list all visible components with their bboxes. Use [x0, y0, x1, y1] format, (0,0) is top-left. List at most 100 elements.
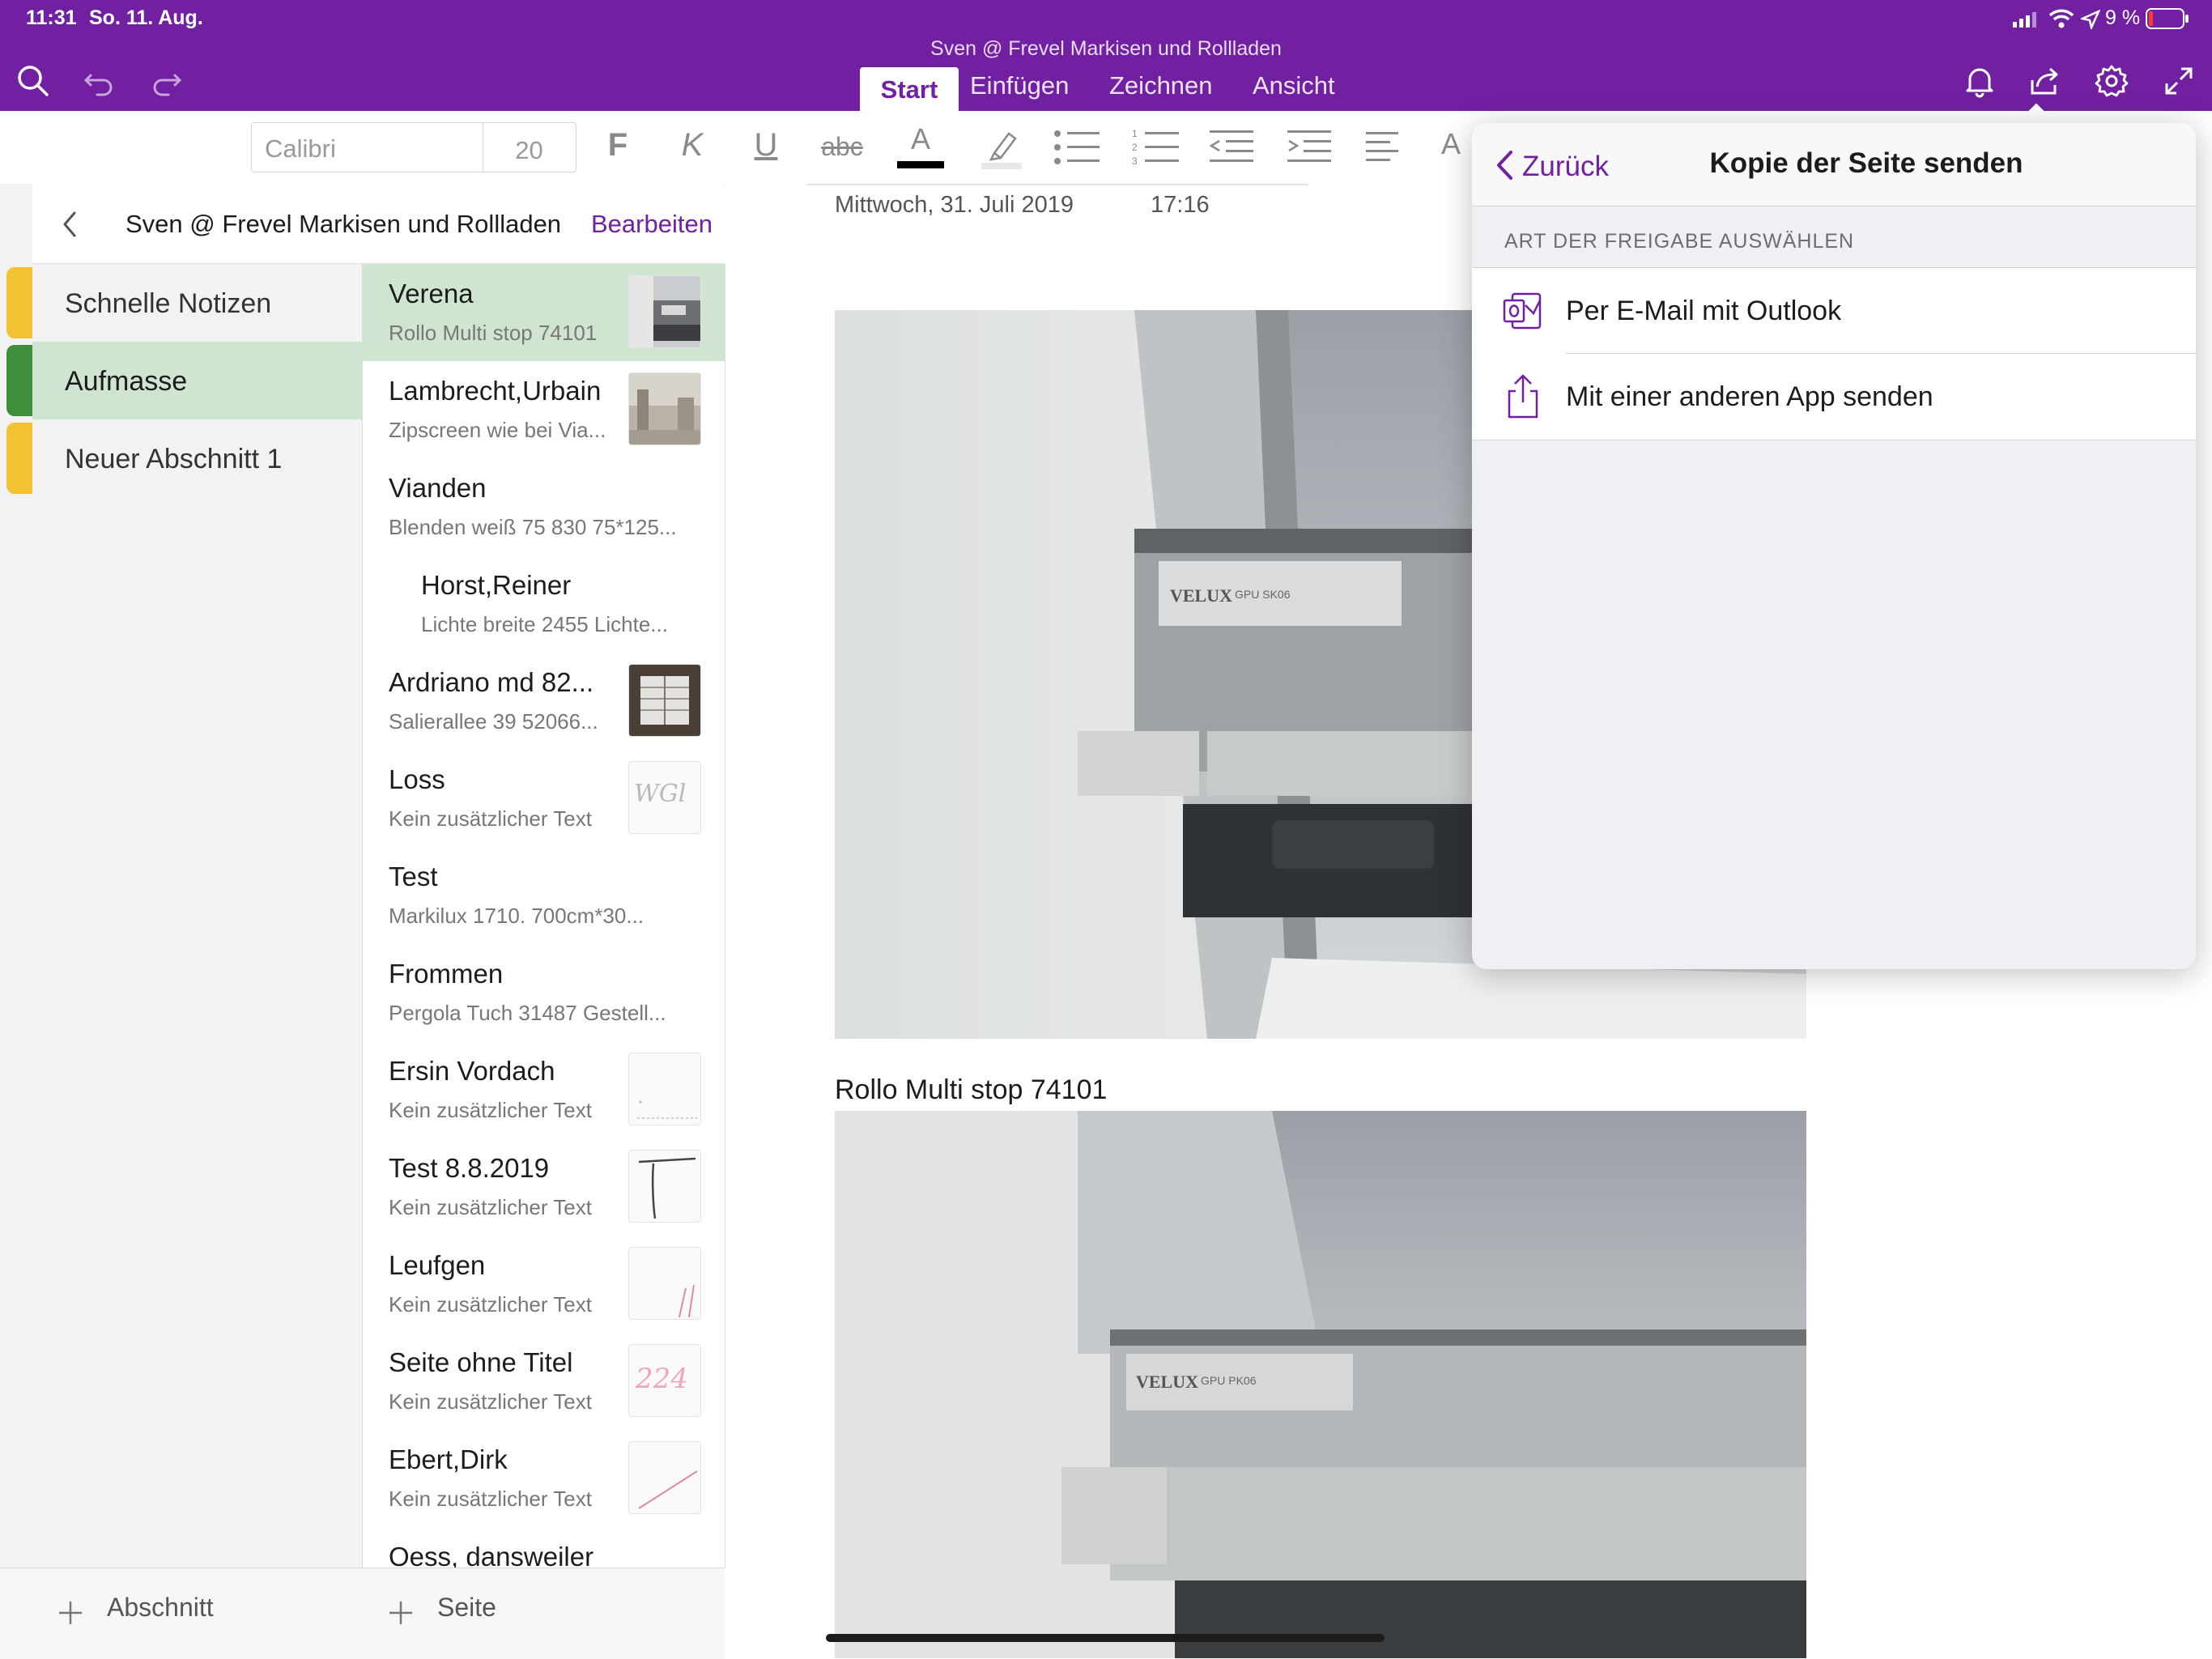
undo-icon[interactable]: [79, 61, 120, 101]
font-color-swatch: [897, 161, 944, 168]
share-other-app-label: Mit einer anderen App senden: [1566, 381, 1933, 412]
font-size-field[interactable]: 20: [495, 136, 564, 165]
page-item[interactable]: Verena Rollo Multi stop 74101: [363, 264, 725, 361]
gear-icon[interactable]: [2091, 61, 2132, 101]
page-title: Oess, dansweiler: [389, 1542, 594, 1568]
thumbnail-ink-text: WGl: [634, 780, 687, 808]
velux-label-model: GPU PK06: [1201, 1374, 1257, 1387]
page-preview: Salierallee 39 52066...: [389, 709, 598, 734]
page-thumbnail: [628, 664, 701, 737]
add-page-label: Seite: [437, 1593, 496, 1622]
note-date: Mittwoch, 31. Juli 2019: [835, 192, 1074, 218]
page-item[interactable]: Test Markilux 1710. 700cm*30...: [363, 847, 725, 944]
page-preview: Kein zusätzlicher Text: [389, 1487, 592, 1511]
search-icon[interactable]: [13, 61, 53, 101]
fullscreen-icon[interactable]: [2159, 61, 2199, 101]
page-item[interactable]: Frommen Pergola Tuch 31487 Gestell...: [363, 944, 725, 1041]
italic-button[interactable]: K: [668, 127, 717, 164]
font-color-button[interactable]: A: [897, 122, 944, 172]
svg-text:1: 1: [1132, 128, 1138, 139]
add-page-button[interactable]: Seite: [387, 1583, 630, 1644]
bell-icon[interactable]: [1959, 61, 2000, 101]
popover-header: Zurück Kopie der Seite senden: [1472, 123, 2196, 206]
page-thumbnail: [628, 1441, 701, 1514]
share-popover: Zurück Kopie der Seite senden ART DER FR…: [1472, 123, 2196, 969]
styles-button[interactable]: A: [1427, 127, 1475, 161]
share-type-header: ART DER FREIGABE AUSWÄHLEN: [1504, 230, 1855, 253]
status-date: So. 11. Aug.: [89, 6, 203, 29]
numbered-list-icon[interactable]: 1 2 3: [1132, 127, 1180, 168]
tab-einfuegen[interactable]: Einfügen: [970, 71, 1069, 100]
page-preview: Lichte breite 2455 Lichte...: [421, 612, 668, 636]
tab-zeichnen[interactable]: Zeichnen: [1109, 71, 1213, 100]
highlighter-icon[interactable]: [978, 124, 1025, 171]
page-item[interactable]: Oess, dansweiler: [363, 1527, 725, 1568]
page-item[interactable]: Leufgen Kein zusätzlicher Text: [363, 1236, 725, 1333]
add-section-label: Abschnitt: [107, 1593, 214, 1622]
svg-text:3: 3: [1132, 155, 1138, 167]
page-item[interactable]: Vianden Blenden weiß 75 830 75*125...: [363, 458, 725, 555]
add-section-button[interactable]: Abschnitt: [57, 1583, 300, 1644]
chevron-left-icon[interactable]: [60, 210, 79, 239]
page-title: Test 8.8.2019: [389, 1153, 550, 1183]
tab-ansicht[interactable]: Ansicht: [1253, 71, 1335, 100]
page-preview: Kein zusätzlicher Text: [389, 1195, 592, 1219]
page-preview: Kein zusätzlicher Text: [389, 1098, 592, 1122]
home-indicator[interactable]: [826, 1634, 1385, 1642]
font-name-field[interactable]: Calibri: [265, 134, 336, 164]
section-color-tab: [6, 345, 32, 416]
section-label: Neuer Abschnitt 1: [65, 444, 283, 474]
page-item[interactable]: Loss Kein zusätzlicher Text WGl: [363, 750, 725, 847]
strikethrough-button[interactable]: abc: [818, 132, 866, 162]
share-outlook-option[interactable]: Per E-Mail mit Outlook: [1472, 267, 2196, 354]
section-item-neuer-abschnitt[interactable]: Neuer Abschnitt 1: [6, 419, 362, 497]
page-item[interactable]: Test 8.8.2019 Kein zusätzlicher Text: [363, 1138, 725, 1236]
velux-label-model: GPU SK06: [1235, 588, 1291, 601]
section-color-tab: [6, 267, 32, 338]
section-label: Schnelle Notizen: [65, 288, 272, 319]
share-icon: [1508, 374, 1538, 419]
battery-icon: [2146, 8, 2189, 29]
share-other-app-option[interactable]: Mit einer anderen App senden: [1472, 354, 2196, 440]
popover-title: Kopie der Seite senden: [1709, 147, 2023, 179]
page-item[interactable]: Ebert,Dirk Kein zusätzlicher Text: [363, 1430, 725, 1527]
note-photo[interactable]: VELUX GPU PK06: [835, 1111, 1806, 1658]
section-color-tab: [6, 423, 32, 494]
page-thumbnail: [628, 1053, 701, 1125]
redo-icon[interactable]: [146, 61, 186, 101]
notebook-title: Sven @ Frevel Markisen und Rollladen: [930, 37, 1282, 60]
thumbnail-ink-text: 224: [636, 1363, 688, 1395]
edit-button[interactable]: Bearbeiten: [591, 210, 713, 239]
page-title: Frommen: [389, 959, 504, 989]
plus-icon: [389, 1602, 412, 1624]
section-item-schnelle-notizen[interactable]: Schnelle Notizen: [6, 264, 362, 342]
plus-icon: [59, 1602, 82, 1624]
page-title: Test: [389, 861, 438, 891]
page-thumbnail: [628, 1150, 701, 1223]
section-item-aufmasse[interactable]: Aufmasse: [6, 342, 362, 419]
velux-label-brand: VELUX: [1170, 585, 1232, 606]
page-preview: Kein zusätzlicher Text: [389, 1389, 592, 1414]
bold-button[interactable]: F: [593, 127, 642, 164]
page-title: Verena: [389, 279, 474, 308]
battery-percent: 9 %: [2105, 6, 2141, 29]
page-item[interactable]: Lambrecht,Urbain Zipscreen wie bei Via..…: [363, 361, 725, 458]
tab-start[interactable]: Start: [860, 67, 959, 113]
page-preview: Kein zusätzlicher Text: [389, 806, 592, 831]
page-item[interactable]: Seite ohne Titel Kein zusätzlicher Text …: [363, 1333, 725, 1430]
svg-text:2: 2: [1132, 142, 1138, 153]
bullet-list-icon[interactable]: [1053, 127, 1101, 168]
page-item[interactable]: Ersin Vordach Kein zusätzlicher Text: [363, 1041, 725, 1138]
share-icon[interactable]: [2024, 61, 2065, 101]
align-left-icon[interactable]: [1364, 130, 1402, 164]
page-item[interactable]: Ardriano md 82... Salierallee 39 52066..…: [363, 653, 725, 750]
underline-button[interactable]: U: [742, 127, 790, 164]
subpage-item[interactable]: Horst,Reiner Lichte breite 2455 Lichte..…: [363, 555, 725, 653]
page-preview: Markilux 1710. 700cm*30...: [389, 904, 644, 928]
page-title: Ardriano md 82...: [389, 667, 594, 697]
font-picker[interactable]: Calibri 20: [251, 122, 576, 172]
page-thumbnail: [628, 1247, 701, 1320]
increase-indent-icon[interactable]: [1284, 129, 1333, 166]
page-list: Verena Rollo Multi stop 74101 Lambrecht,…: [363, 264, 725, 1568]
decrease-indent-icon[interactable]: [1206, 129, 1255, 166]
